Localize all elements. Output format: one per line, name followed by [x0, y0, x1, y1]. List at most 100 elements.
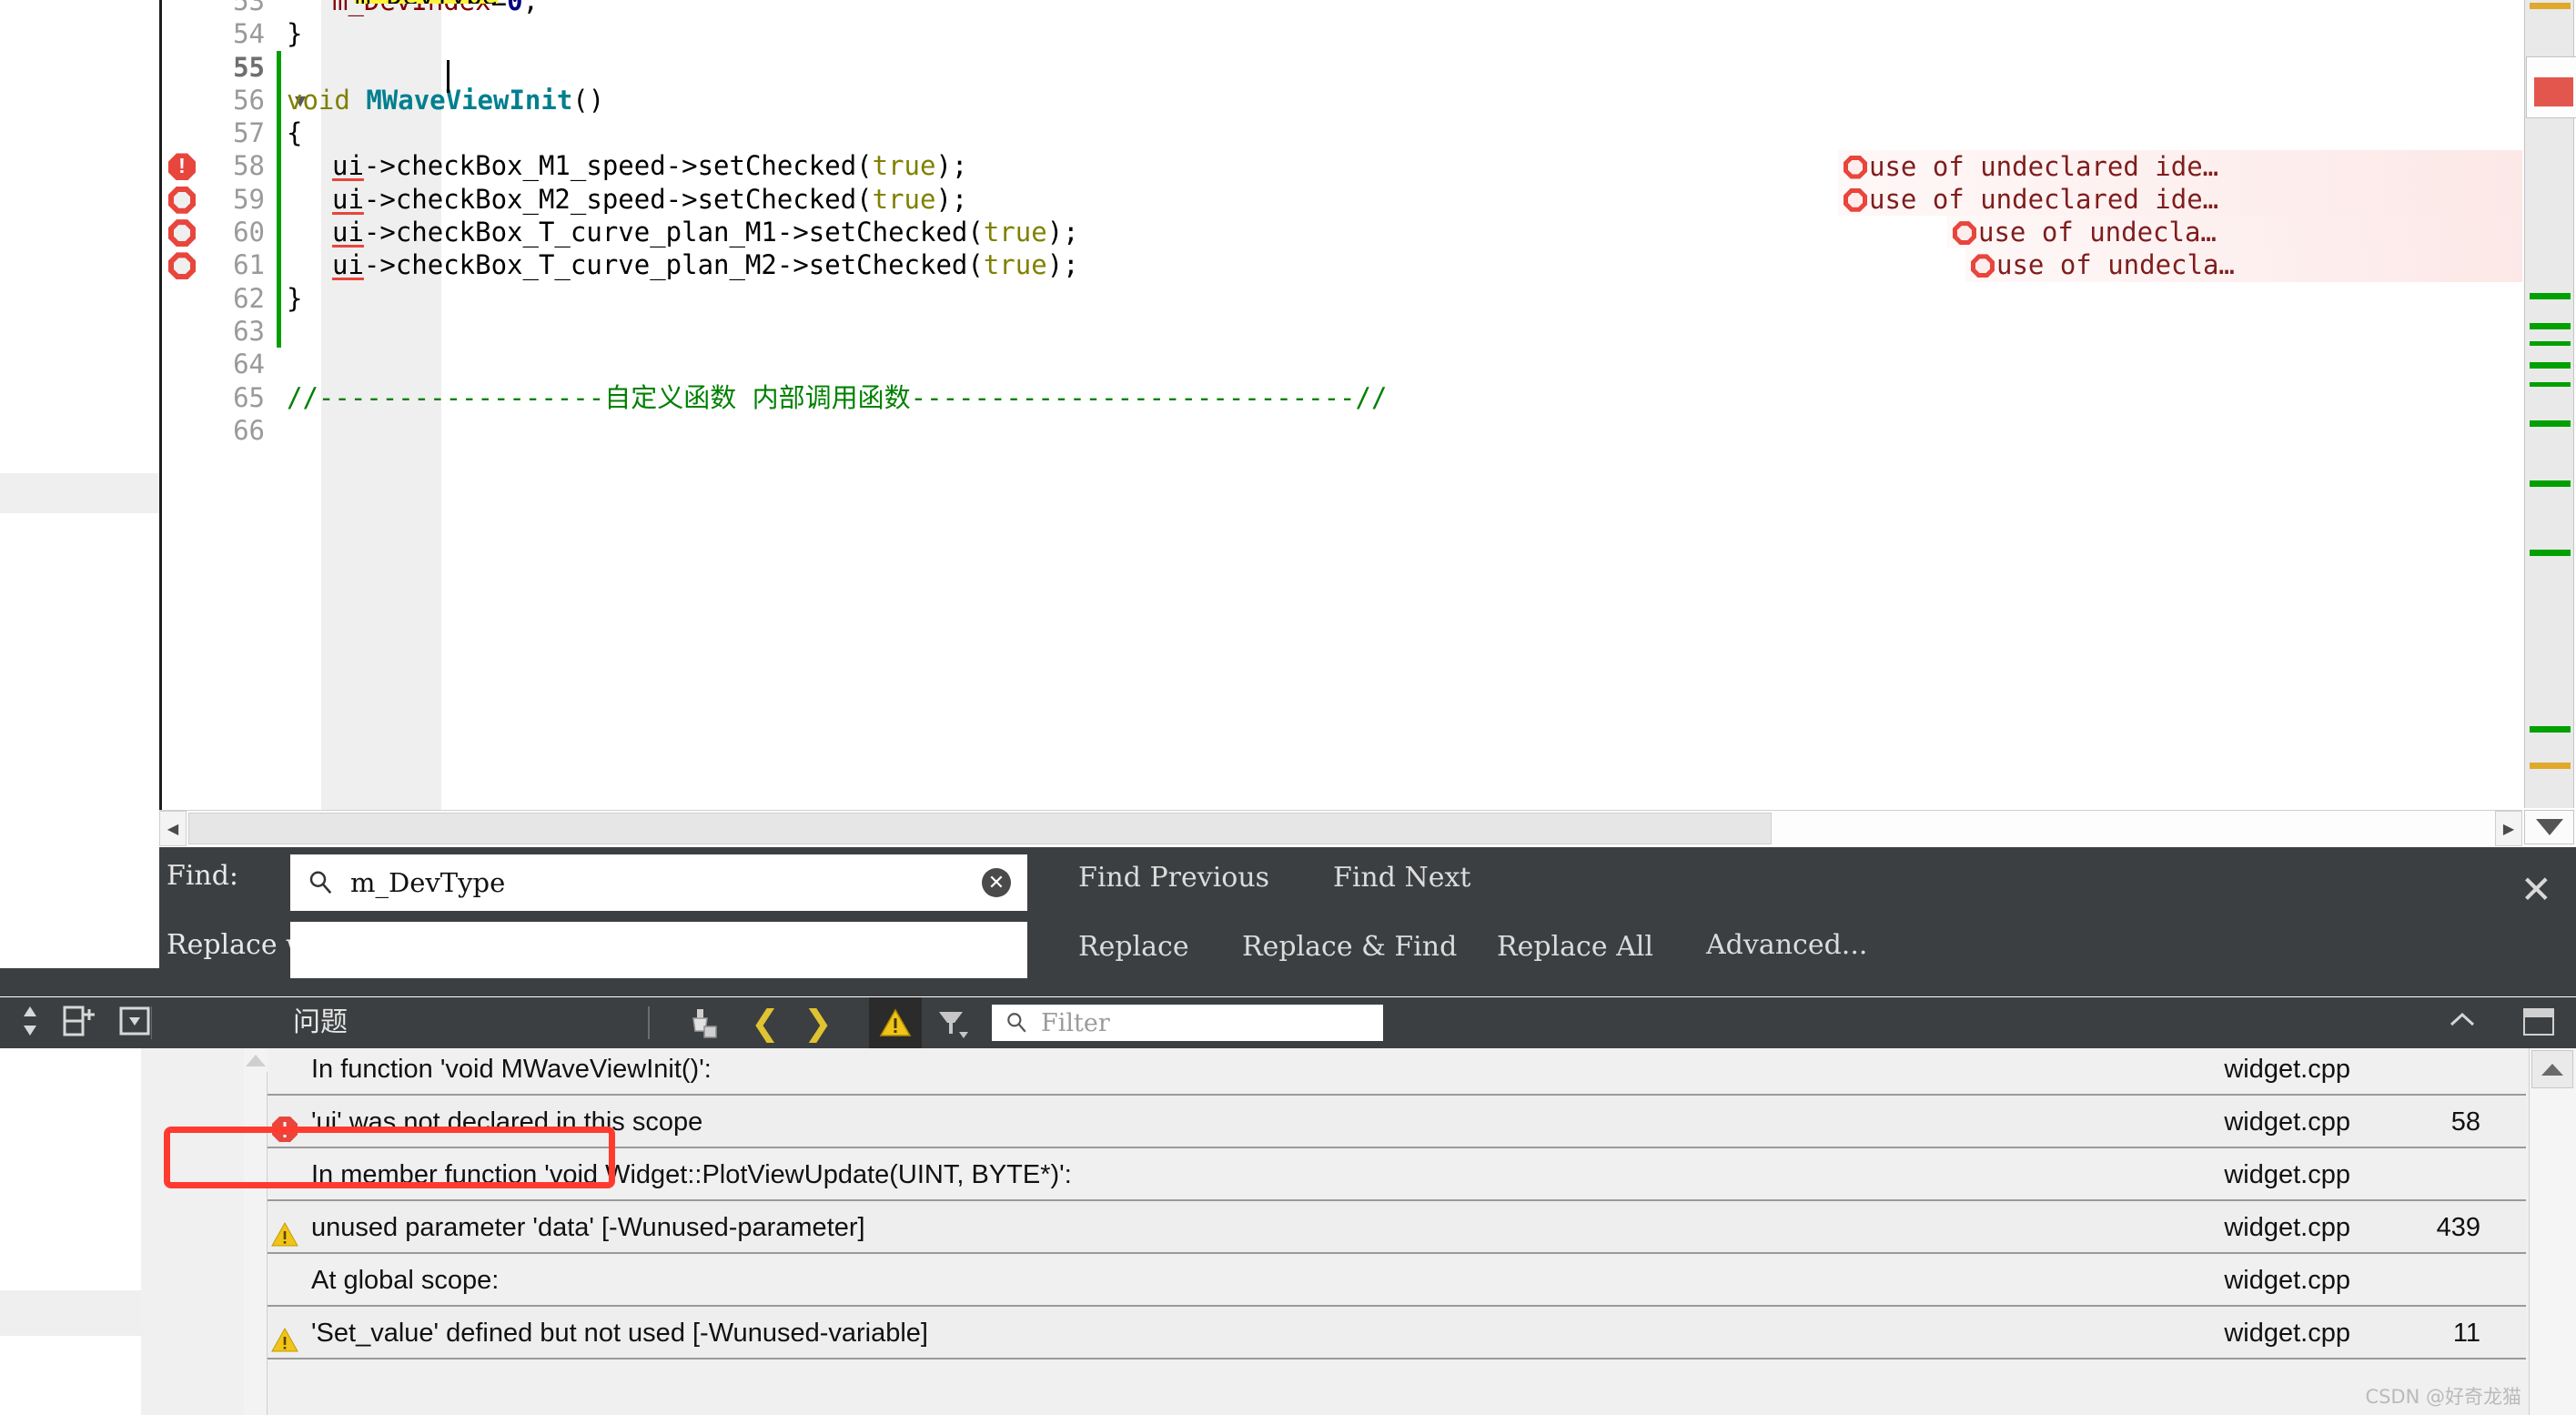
- panel-title: 问题: [293, 997, 348, 1048]
- panel-left-buttons[interactable]: [0, 997, 159, 1048]
- problem-line: 11: [2380, 1307, 2480, 1359]
- change-bar: [277, 51, 281, 84]
- resize-updown-icon[interactable]: [18, 1003, 42, 1044]
- filter-input[interactable]: Filter: [992, 1005, 1383, 1041]
- change-bar: [277, 216, 281, 248]
- panel-select-dropdown-icon[interactable]: [118, 1005, 151, 1042]
- inline-error-59[interactable]: use of undeclared ide…: [1838, 183, 2522, 216]
- left-strip-highlight-a: [0, 473, 159, 513]
- problem-row[interactable]: unused parameter 'data' [-Wunused-parame…: [268, 1201, 2526, 1254]
- code-line-62[interactable]: 62}: [159, 282, 2522, 315]
- add-split-icon[interactable]: [62, 1004, 98, 1043]
- scroll-right-button[interactable]: ▶: [2495, 811, 2522, 846]
- problems-left-pad-block: [0, 1290, 141, 1336]
- close-find-bar-button[interactable]: ✕: [2520, 871, 2552, 909]
- problems-left-pad: [0, 1048, 141, 1415]
- code-line-56[interactable]: 56▼void MWaveViewInit(): [159, 84, 2522, 116]
- clear-find-button[interactable]: ✕: [982, 868, 1011, 897]
- replace-button[interactable]: Replace: [1078, 931, 1189, 963]
- chevron-up-icon: [246, 1055, 266, 1066]
- code-line-66[interactable]: 66: [159, 414, 2522, 447]
- problem-file: widget.cpp: [2224, 1048, 2350, 1096]
- overview-scroll-down-button[interactable]: [2524, 810, 2574, 844]
- code-editor[interactable]: 53m_DevIndex=0;54}5556▼void MWaveViewIni…: [159, 0, 2522, 810]
- search-icon: [1005, 1011, 1028, 1035]
- text-caret: [447, 60, 450, 93]
- problem-description: In function 'void MWaveViewInit()':: [311, 1048, 712, 1096]
- overview-thumb[interactable]: [2526, 56, 2576, 118]
- overview-error-block: [2534, 77, 2573, 106]
- code-line-54[interactable]: 54}: [159, 17, 2522, 50]
- hscroll-thumb[interactable]: [188, 813, 1772, 844]
- filter-warnings-toggle[interactable]: [869, 997, 922, 1048]
- problem-file: widget.cpp: [2224, 1148, 2350, 1201]
- find-input-value: m_DevType: [350, 867, 505, 898]
- code-line-63[interactable]: 63: [159, 315, 2522, 348]
- scroll-up-button[interactable]: [244, 1048, 268, 1072]
- inline-error-61[interactable]: use of undecla…: [1965, 248, 2522, 281]
- warning-icon: [271, 1214, 298, 1241]
- next-issue-icon[interactable]: ❯: [803, 1003, 833, 1043]
- line-number: 59: [159, 183, 276, 216]
- problem-file: widget.cpp: [2224, 1254, 2350, 1307]
- problem-row[interactable]: 'ui' was not declared in this scopewidge…: [268, 1096, 2526, 1148]
- find-label: Find:: [167, 860, 238, 892]
- problem-row[interactable]: In function 'void MWaveViewInit()': widge…: [268, 1048, 2526, 1096]
- overview-mark-warning: [2530, 3, 2571, 9]
- change-bar: [277, 381, 281, 414]
- replace-input[interactable]: [290, 922, 1027, 978]
- replace-and-find-button[interactable]: Replace & Find: [1242, 931, 1457, 963]
- inline-error-text: use of undecla…: [1978, 217, 2217, 248]
- overview-track[interactable]: [2524, 0, 2574, 808]
- line-number: 64: [159, 348, 276, 380]
- problems-vertical-scrollbar[interactable]: [2529, 1048, 2576, 1415]
- problem-row[interactable]: At global scope:widget.cpp: [268, 1254, 2526, 1307]
- maximize-panel-icon[interactable]: [2523, 1008, 2554, 1036]
- clean-icon[interactable]: [684, 1006, 719, 1041]
- problems-panel[interactable]: In function 'void MWaveViewInit()': widge…: [0, 1048, 2576, 1415]
- find-replace-bar[interactable]: Find: Replace with: m_DevType ✕ Find Pre…: [159, 847, 2576, 996]
- code-line-64[interactable]: 64: [159, 348, 2522, 380]
- problems-table[interactable]: In function 'void MWaveViewInit()': widge…: [268, 1048, 2526, 1410]
- code-line-65[interactable]: 65//------------------自定义函数 内部调用函数------…: [159, 381, 2522, 414]
- code-line-53[interactable]: 53m_DevIndex=0;: [159, 0, 2522, 17]
- horizontal-scrollbar[interactable]: ◀ ▶: [159, 810, 2522, 846]
- search-icon: [307, 869, 334, 896]
- inline-error-60[interactable]: use of undecla…: [1947, 216, 2522, 248]
- scroll-left-button[interactable]: ◀: [159, 811, 187, 846]
- code-line-55[interactable]: 55: [159, 51, 2522, 84]
- change-bar: [277, 84, 281, 116]
- change-bar: [277, 348, 281, 380]
- code-text: ui->checkBox_T_curve_plan_M1->setChecked…: [332, 216, 1079, 248]
- code-text: ui->checkBox_M1_speed->setChecked(true);: [332, 149, 967, 182]
- collapse-panel-icon[interactable]: [2447, 1008, 2478, 1039]
- problem-row[interactable]: In member function 'void Widget::PlotVie…: [268, 1148, 2526, 1201]
- overview-scrollbar[interactable]: [2522, 0, 2576, 846]
- inline-error-58[interactable]: use of undeclared ide…: [1838, 150, 2522, 183]
- previous-issue-icon[interactable]: ❮: [751, 1003, 780, 1043]
- find-previous-button[interactable]: Find Previous: [1078, 862, 1269, 894]
- inline-error-text: use of undeclared ide…: [1869, 151, 2218, 182]
- change-bar: [277, 414, 281, 447]
- code-text: }: [287, 17, 302, 50]
- code-line-57[interactable]: 57{: [159, 116, 2522, 149]
- code-text: ui->checkBox_M2_speed->setChecked(true);: [332, 183, 967, 216]
- line-number: 62: [159, 282, 276, 315]
- line-number: 53: [159, 0, 276, 17]
- problems-left-scrollbar[interactable]: [244, 1048, 268, 1415]
- find-input[interactable]: m_DevType ✕: [290, 854, 1027, 911]
- line-number: 56: [159, 84, 276, 116]
- toolbar-separator: [151, 1006, 152, 1039]
- scroll-up-button[interactable]: [2531, 1050, 2573, 1088]
- problem-row[interactable]: 'Set_value' defined but not used [-Wunus…: [268, 1307, 2526, 1359]
- overview-mark-change: [2530, 726, 2571, 733]
- replace-all-button[interactable]: Replace All: [1497, 931, 1653, 963]
- code-text: }: [287, 282, 302, 315]
- filter-icon[interactable]: [935, 1006, 970, 1041]
- line-number: 61: [159, 248, 276, 281]
- error-icon: [271, 1108, 298, 1136]
- overview-mark-change: [2530, 420, 2571, 427]
- find-next-button[interactable]: Find Next: [1333, 862, 1470, 894]
- advanced-button[interactable]: Advanced...: [1706, 929, 1867, 961]
- problems-panel-toolbar[interactable]: 问题 ❮ ❯: [0, 997, 2576, 1048]
